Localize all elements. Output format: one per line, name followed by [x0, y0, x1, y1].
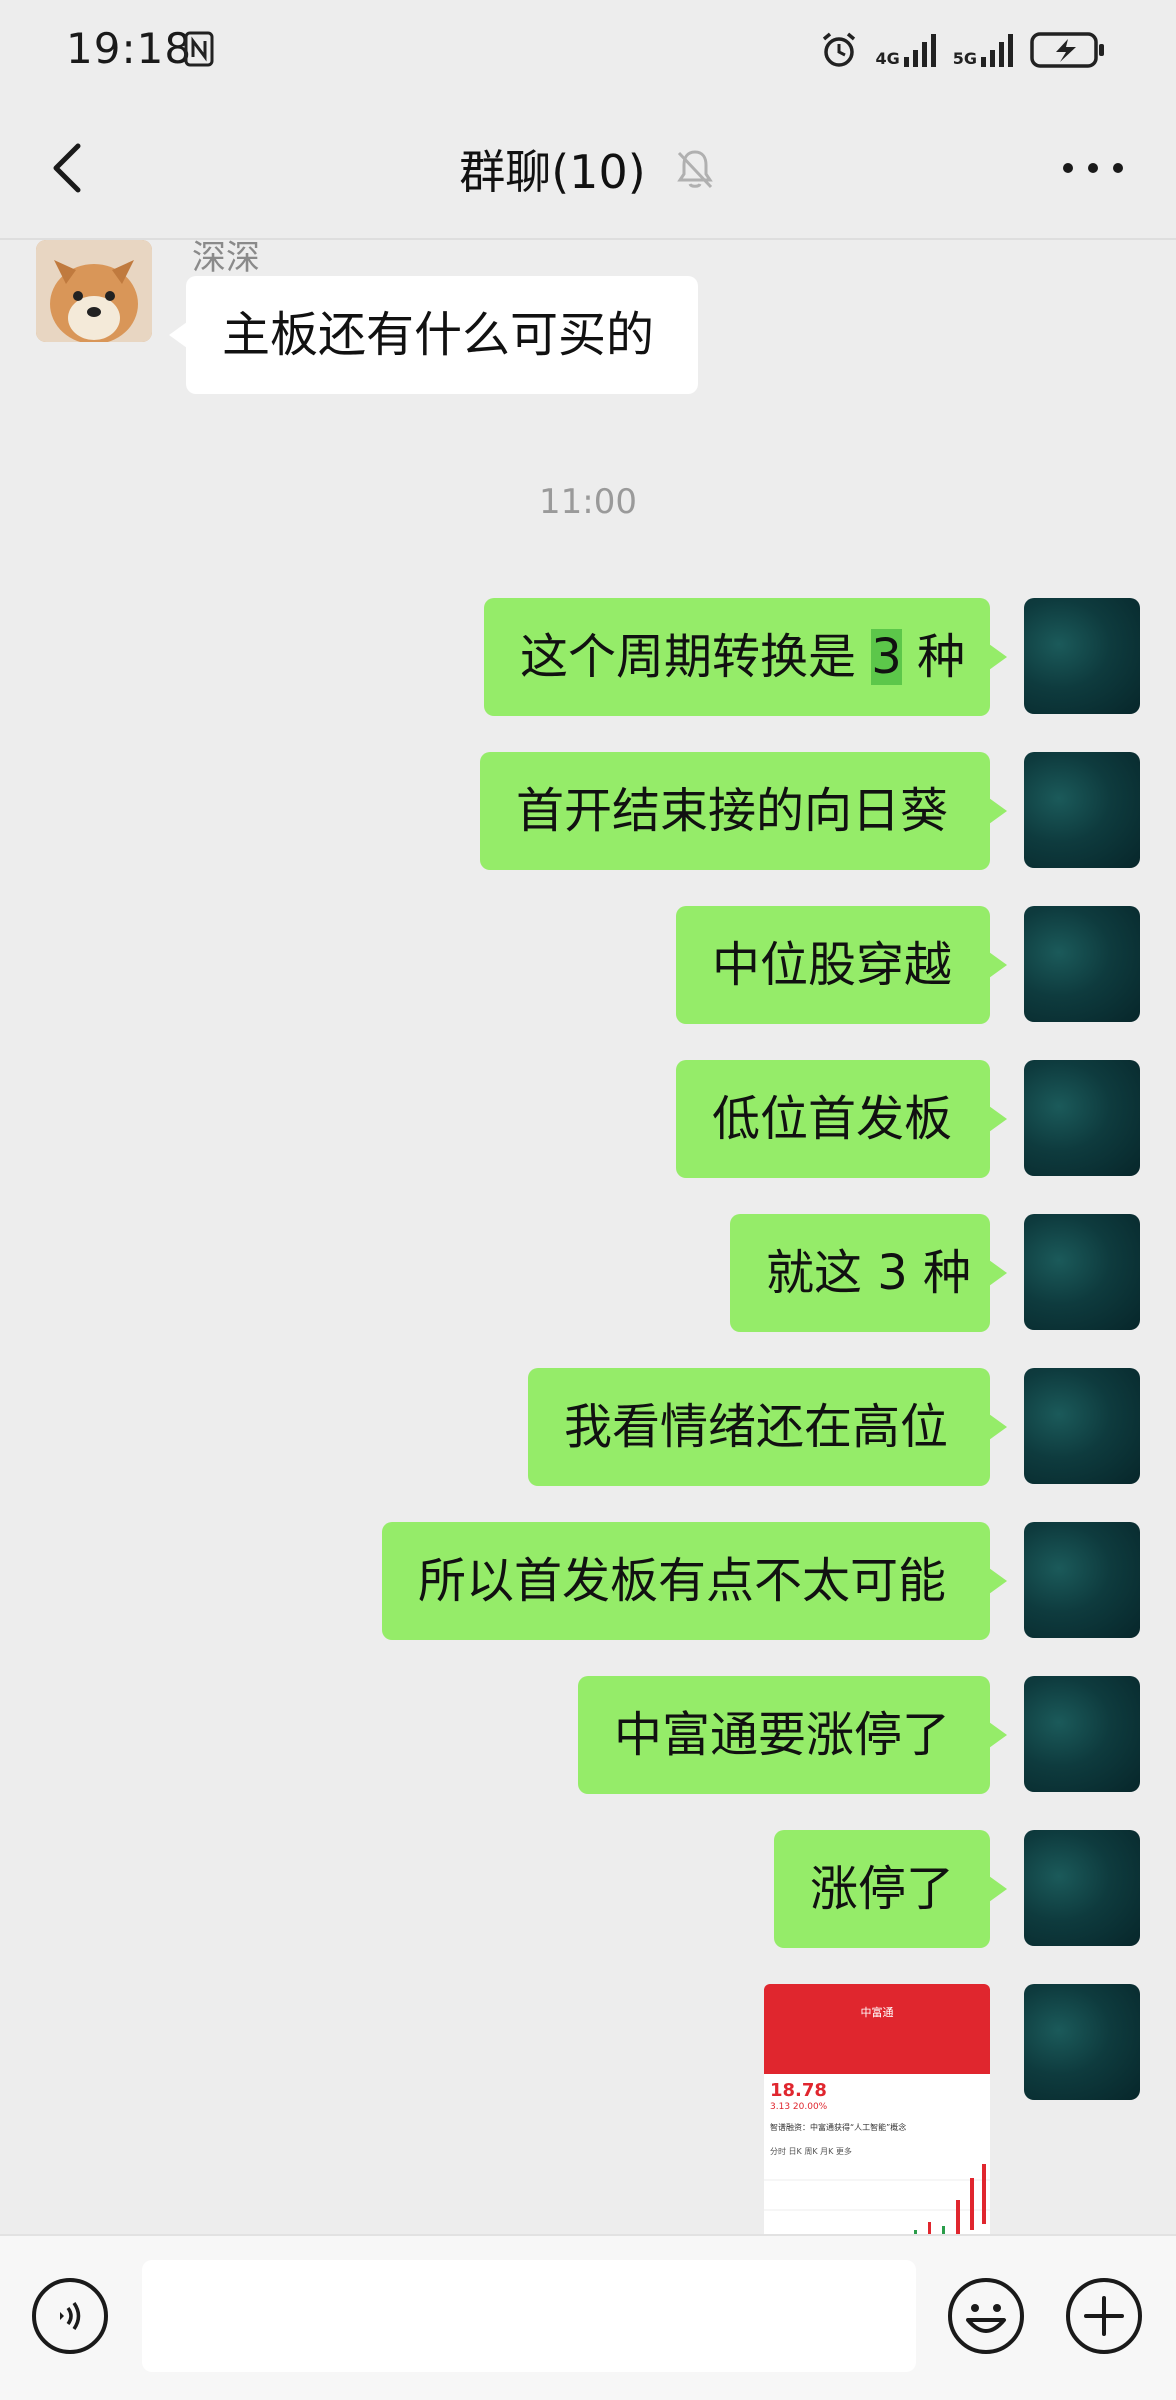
outgoing-message-bubble[interactable]: 就这 3 种 — [730, 1214, 1007, 1332]
message-list[interactable]: 深深 主板还有什么可买的 11:00 这个周期转换是 3 种 首开结束接的向日葵… — [0, 240, 1176, 2234]
title-wrap: 群聊(10) — [0, 136, 1176, 202]
outgoing-message-bubble[interactable]: 中位股穿越 — [676, 906, 1007, 1024]
candlestick-chart-thumbnail — [764, 2164, 990, 2234]
stock-change: 3.13 20.00% — [770, 2102, 828, 2112]
network-4g-label: 4G — [875, 49, 900, 68]
screenshot-message-image[interactable]: 中富通 18.78 3.13 20.00% 智谱融资：中富通获得“人工智能”概念… — [764, 1984, 990, 2234]
my-avatar[interactable] — [1024, 598, 1140, 714]
more-dots-icon[interactable] — [1058, 148, 1128, 188]
status-time: 19:18 — [66, 24, 193, 73]
emoji-icon[interactable] — [946, 2276, 1026, 2356]
outgoing-message-bubble[interactable]: 所以首发板有点不太可能 — [382, 1522, 1007, 1640]
signal-icon — [903, 34, 936, 67]
input-bar — [0, 2234, 1176, 2400]
bell-muted-icon — [676, 150, 713, 189]
plus-icon[interactable] — [1064, 2276, 1144, 2356]
incoming-message-bubble[interactable]: 主板还有什么可买的 — [169, 276, 698, 394]
chat-header: 群聊(10) — [0, 98, 1176, 238]
stock-app-header: 中富通 — [764, 1984, 990, 2074]
highlighted-text: 3 — [871, 629, 902, 685]
my-avatar[interactable] — [1024, 1368, 1140, 1484]
network-5g-group: 5G — [953, 33, 1014, 67]
sender-avatar[interactable] — [36, 240, 152, 342]
outgoing-message-bubble[interactable]: 首开结束接的向日葵 — [480, 752, 1007, 870]
stock-price: 18.78 — [770, 2080, 827, 2101]
dog-avatar-image — [36, 240, 152, 342]
message-text: 种 — [901, 629, 966, 685]
my-avatar[interactable] — [1024, 1522, 1140, 1638]
status-bar: 19:18 4G 5G — [0, 0, 1176, 98]
my-avatar[interactable] — [1024, 1060, 1140, 1176]
my-avatar[interactable] — [1024, 1830, 1140, 1946]
outgoing-message-bubble[interactable]: 低位首发板 — [676, 1060, 1007, 1178]
alarm-icon — [823, 32, 856, 67]
stock-name: 中富通 — [860, 2006, 894, 2019]
message-input[interactable] — [142, 2260, 916, 2372]
sender-name: 深深 — [192, 240, 260, 278]
stock-news: 智谱融资：中富通获得“人工智能”概念 — [770, 2123, 907, 2132]
network-4g-group: 4G — [875, 33, 936, 67]
message-text: 这个周期转换是 — [520, 629, 872, 685]
my-avatar[interactable] — [1024, 1214, 1140, 1330]
my-avatar[interactable] — [1024, 752, 1140, 868]
chat-screen: 19:18 4G 5G 群聊(10) 深深 主板还有什么可买的 11:00 这个… — [0, 0, 1176, 2400]
time-divider: 11:00 — [539, 482, 637, 522]
battery-charging-icon — [1030, 32, 1104, 68]
my-avatar[interactable] — [1024, 1676, 1140, 1792]
chat-title[interactable]: 群聊(10) — [459, 136, 645, 202]
voice-icon[interactable] — [30, 2276, 110, 2356]
nfc-icon — [184, 31, 214, 67]
signal-icon-2 — [981, 34, 1013, 67]
my-avatar[interactable] — [1024, 906, 1140, 1022]
outgoing-message-bubble[interactable]: 中富通要涨停了 — [578, 1676, 1007, 1794]
outgoing-message-bubble[interactable]: 这个周期转换是 3 种 — [484, 598, 1007, 716]
outgoing-message-bubble[interactable]: 我看情绪还在高位 — [528, 1368, 1007, 1486]
chart-tabs: 分时 日K 周K 月K 更多 — [770, 2147, 852, 2156]
my-avatar[interactable] — [1024, 1984, 1140, 2100]
outgoing-message-bubble[interactable]: 涨停了 — [774, 1830, 1007, 1948]
status-icons: 4G 5G — [819, 26, 1106, 74]
network-5g-label: 5G — [952, 49, 977, 68]
